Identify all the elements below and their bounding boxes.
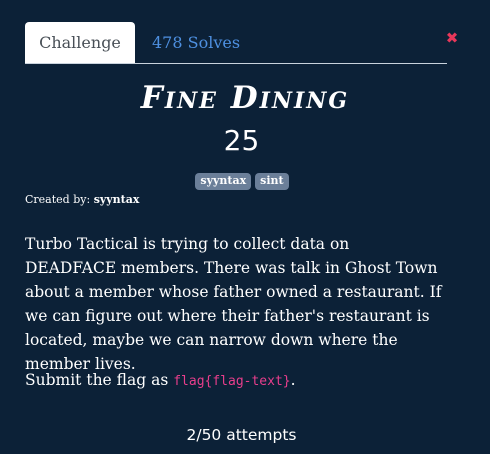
- challenge-title: Fine Dining: [140, 80, 350, 116]
- submit-suffix: .: [290, 371, 296, 389]
- challenge-description: Turbo Tactical is trying to collect data…: [25, 235, 442, 373]
- challenge-points: 25: [223, 124, 260, 157]
- attempts-count: 2/50 attempts: [186, 426, 297, 444]
- tag-badge: syyntax: [195, 173, 252, 190]
- flag-format-code: flag{flag-text}: [173, 374, 291, 389]
- author-name: syyntax: [93, 193, 140, 206]
- tag-list: syyntax sint: [0, 173, 484, 190]
- submit-prefix: Submit the flag as: [25, 371, 169, 389]
- challenge-tabs: Challenge 478 Solves: [25, 22, 447, 64]
- close-icon[interactable]: ✖: [445, 31, 459, 46]
- created-by: Created by: syyntax: [25, 193, 139, 206]
- tab-solves[interactable]: 478 Solves: [136, 22, 256, 63]
- created-by-label: Created by:: [25, 193, 91, 206]
- tag-badge: sint: [255, 173, 289, 190]
- tab-challenge[interactable]: Challenge: [25, 22, 135, 63]
- submit-instructions: Submit the flag as flag{flag-text}.: [25, 368, 296, 394]
